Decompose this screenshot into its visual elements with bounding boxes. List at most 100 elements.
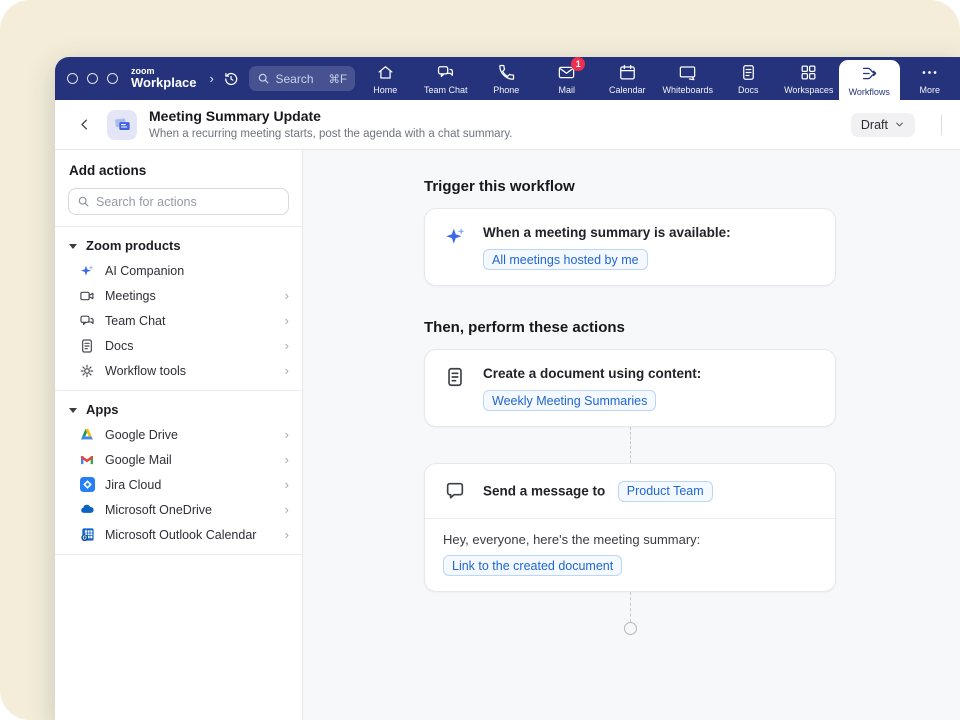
whiteboards-icon <box>678 63 697 82</box>
global-search[interactable]: ⌘F <box>249 66 355 91</box>
team-chat-icon <box>79 313 95 329</box>
mail-badge: 1 <box>571 57 585 71</box>
window-controls <box>67 73 118 84</box>
ai-companion-icon <box>79 263 95 279</box>
zoom-workplace-logo: zoom Workplace <box>131 67 197 90</box>
action-card-create-document[interactable]: Create a document using content: Weekly … <box>424 349 836 427</box>
top-navbar: zoom Workplace › ⌘F Home <box>55 57 960 100</box>
sidebar-item-label: Microsoft OneDrive <box>105 503 212 517</box>
sidebar-item-microsoft-outlook-calendar[interactable]: O Microsoft Outlook Calendar › <box>55 522 302 547</box>
sidebar-item-google-drive[interactable]: Google Drive › <box>55 422 302 447</box>
nav-item-workflows[interactable]: Workflows <box>839 60 900 100</box>
meetings-icon <box>79 288 95 304</box>
section-label: Apps <box>86 402 119 417</box>
nav-item-mail[interactable]: 1 Mail <box>537 57 598 100</box>
chevron-down-icon <box>894 119 905 130</box>
section-zoom-products[interactable]: Zoom products <box>55 227 302 258</box>
trigger-card[interactable]: When a meeting summary is available: All… <box>424 208 836 286</box>
nav-item-whiteboards[interactable]: Whiteboards <box>658 57 719 100</box>
onedrive-icon <box>79 501 95 518</box>
app-window: zoom Workplace › ⌘F Home <box>55 57 960 720</box>
nav-item-team-chat[interactable]: Team Chat <box>416 57 477 100</box>
workflows-icon <box>860 64 879 83</box>
sidebar-item-google-mail[interactable]: Google Mail › <box>55 447 302 472</box>
header-divider <box>941 115 942 135</box>
chevron-right-icon: › <box>285 289 289 302</box>
nav-item-more[interactable]: More <box>900 57 960 100</box>
search-shortcut-label: ⌘F <box>328 72 347 86</box>
sidebar-item-label: Docs <box>105 339 133 353</box>
sidebar-item-jira-cloud[interactable]: Jira Cloud › <box>55 472 302 497</box>
nav-label: Docs <box>738 85 759 95</box>
outlook-calendar-icon: O <box>80 527 95 542</box>
section-label: Zoom products <box>86 238 181 253</box>
history-button[interactable] <box>221 67 241 91</box>
message-link-pill[interactable]: Link to the created document <box>443 555 622 576</box>
nav-label: More <box>919 85 940 95</box>
nav-item-phone[interactable]: Phone <box>476 57 537 100</box>
sidebar-item-meetings[interactable]: Meetings › <box>55 283 302 308</box>
chevron-right-icon: › <box>285 528 289 541</box>
nav-label: Workspaces <box>784 85 833 95</box>
nav-item-calendar[interactable]: Calendar <box>597 57 658 100</box>
nav-item-docs[interactable]: Docs <box>718 57 779 100</box>
global-search-input[interactable] <box>275 72 323 86</box>
status-dropdown[interactable]: Draft <box>851 113 915 137</box>
calendar-icon <box>618 63 637 82</box>
sidebar-item-label: AI Companion <box>105 264 184 278</box>
sidebar-item-label: Meetings <box>105 289 156 303</box>
back-chevron-icon <box>77 117 92 132</box>
workflow-thumbnail-icon <box>107 110 137 140</box>
nav-label: Whiteboards <box>662 85 713 95</box>
sidebar-item-label: Jira Cloud <box>105 478 161 492</box>
actions-search[interactable] <box>68 188 289 215</box>
section-apps[interactable]: Apps <box>55 391 302 422</box>
team-chat-icon <box>436 63 455 82</box>
nav-item-workspaces[interactable]: Workspaces <box>779 57 840 100</box>
sidebar-item-label: Google Drive <box>105 428 178 442</box>
nav-label: Calendar <box>609 85 646 95</box>
more-icon <box>920 63 939 82</box>
workflow-subtitle: When a recurring meeting starts, post th… <box>149 127 513 141</box>
ai-sparkle-icon <box>443 224 467 248</box>
message-body-text: Hey, everyone, here's the meeting summar… <box>443 532 817 547</box>
workflow-header: Meeting Summary Update When a recurring … <box>55 100 960 150</box>
gear-icon <box>79 363 95 379</box>
brand-chevron-icon[interactable]: › <box>203 71 221 86</box>
jira-icon <box>80 477 95 492</box>
sidebar-item-docs[interactable]: Docs › <box>55 333 302 358</box>
actions-heading: Then, perform these actions <box>424 319 836 336</box>
nav-item-home[interactable]: Home <box>355 57 416 100</box>
window-control-minimize[interactable] <box>87 73 98 84</box>
chevron-right-icon: › <box>285 478 289 491</box>
action-card-send-message[interactable]: Send a message to Product Team Hey, ever… <box>424 463 836 592</box>
svg-text:O: O <box>82 536 86 542</box>
search-icon <box>257 72 270 85</box>
sidebar-title: Add actions <box>55 163 302 178</box>
window-control-zoom[interactable] <box>107 73 118 84</box>
document-content-pill[interactable]: Weekly Meeting Summaries <box>483 390 656 411</box>
sidebar-item-team-chat[interactable]: Team Chat › <box>55 308 302 333</box>
back-button[interactable] <box>73 114 95 136</box>
phone-icon <box>497 63 516 82</box>
document-icon <box>444 366 466 388</box>
add-step-node[interactable] <box>624 622 637 635</box>
chevron-right-icon: › <box>285 503 289 516</box>
nav-label: Phone <box>493 85 519 95</box>
sidebar-item-workflow-tools[interactable]: Workflow tools › <box>55 358 302 383</box>
sidebar-item-label: Team Chat <box>105 314 165 328</box>
nav-label: Mail <box>558 85 575 95</box>
chevron-right-icon: › <box>285 428 289 441</box>
sidebar-item-label: Workflow tools <box>105 364 186 378</box>
nav-label: Team Chat <box>424 85 468 95</box>
message-recipient-pill[interactable]: Product Team <box>618 481 713 502</box>
trigger-scope-pill[interactable]: All meetings hosted by me <box>483 249 648 270</box>
sidebar-item-ai-companion[interactable]: AI Companion <box>55 258 302 283</box>
workspaces-icon <box>799 63 818 82</box>
chevron-right-icon: › <box>285 339 289 352</box>
sidebar-item-microsoft-onedrive[interactable]: Microsoft OneDrive › <box>55 497 302 522</box>
actions-search-input[interactable] <box>96 195 280 209</box>
chevron-right-icon: › <box>285 314 289 327</box>
brand-bottom-label: Workplace <box>131 76 197 90</box>
window-control-close[interactable] <box>67 73 78 84</box>
